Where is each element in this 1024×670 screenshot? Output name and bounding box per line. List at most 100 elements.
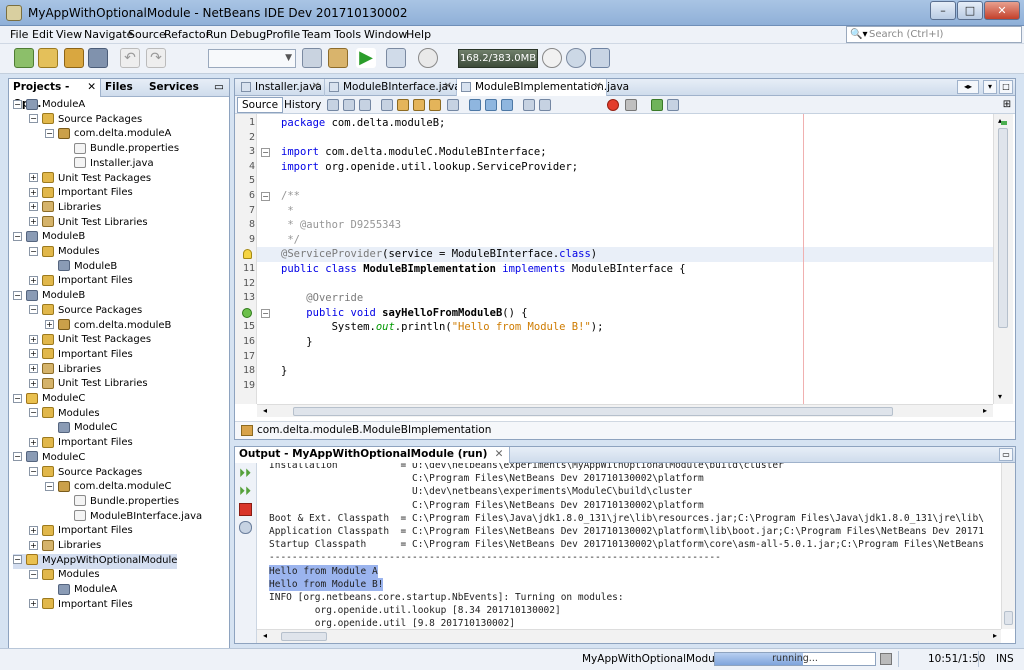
output-hscroll-thumb[interactable] <box>281 632 327 641</box>
tab-services[interactable]: Services <box>145 79 203 97</box>
output-text[interactable]: Installation = U:\dev\netbeans\experimen… <box>257 463 1001 629</box>
tree-item[interactable]: ModuleA <box>45 583 117 598</box>
expand-icon[interactable]: + <box>45 320 54 329</box>
hint-lightbulb-icon[interactable] <box>243 249 252 260</box>
output-vertical-scrollbar[interactable] <box>1001 463 1015 629</box>
editor-tab[interactable]: Installer.java ✕ <box>237 79 325 96</box>
minimize-panel-icon[interactable]: ▭ <box>211 79 227 97</box>
tab-projects[interactable]: Projects - Op...✕ <box>9 79 101 110</box>
clock-icon[interactable] <box>566 48 586 68</box>
tree-item[interactable]: − ModuleC <box>13 392 85 407</box>
editor-hscroll-thumb[interactable] <box>293 407 893 416</box>
tab-output[interactable]: Output - MyAppWithOptionalModule (run) ✕ <box>235 447 511 463</box>
tree-item[interactable]: + Unit Test Libraries <box>29 377 148 392</box>
tree-item[interactable]: − Source Packages <box>29 304 142 319</box>
tree-item[interactable]: − ModuleB <box>13 289 85 304</box>
menu-navigate[interactable]: Navigate <box>84 28 133 41</box>
menu-source[interactable]: Source <box>128 28 166 41</box>
collapse-icon[interactable]: − <box>45 481 54 491</box>
collapse-icon[interactable]: − <box>13 393 22 403</box>
expand-icon[interactable]: + <box>29 275 38 285</box>
minimize-button[interactable]: – <box>930 1 956 20</box>
search-input[interactable]: 🔍▾ Search (Ctrl+I) <box>846 26 1022 43</box>
collapse-icon[interactable]: − <box>29 569 38 579</box>
previous-bookmark-icon[interactable] <box>469 99 481 111</box>
expand-icon[interactable]: + <box>29 173 38 182</box>
expand-icon[interactable]: + <box>29 378 38 388</box>
close-icon[interactable]: ✕ <box>594 79 602 95</box>
tab-scroll-icon[interactable]: ◂▸ <box>957 80 979 94</box>
tree-item[interactable]: Bundle.properties <box>61 495 179 510</box>
tree-item[interactable]: − ModuleB <box>13 230 85 245</box>
tree-item[interactable]: ModuleBInterface.java <box>61 510 202 525</box>
open-project-icon[interactable] <box>64 48 84 68</box>
tree-item[interactable]: + Important Files <box>29 186 133 201</box>
output-horizontal-scrollbar[interactable]: ◂ ▸ <box>257 629 1001 643</box>
menu-edit[interactable]: Edit <box>32 28 53 41</box>
collapse-icon[interactable]: − <box>29 467 38 476</box>
history-button[interactable]: History <box>279 97 326 113</box>
menu-tools[interactable]: Tools <box>334 28 361 41</box>
maximize-editor-icon[interactable]: □ <box>999 80 1013 94</box>
collapse-icon[interactable]: − <box>45 128 54 138</box>
editor-vertical-scrollbar[interactable]: ▴ ▾ <box>993 114 1013 404</box>
tree-item[interactable]: − MyAppWithOptionalModule <box>13 553 178 569</box>
output-scroll-thumb[interactable] <box>1004 611 1013 625</box>
tree-item[interactable]: − ModuleC <box>13 451 85 466</box>
expand-icon[interactable]: + <box>29 525 38 535</box>
tree-item[interactable]: Bundle.properties <box>61 142 179 157</box>
collapse-icon[interactable]: − <box>13 555 22 565</box>
gc-icon[interactable] <box>542 48 562 68</box>
expand-icon[interactable]: + <box>29 202 38 212</box>
split-editor-icon[interactable]: ⊞ <box>1001 99 1013 111</box>
tree-item[interactable]: + Libraries <box>29 539 101 554</box>
expand-icon[interactable]: + <box>29 349 38 359</box>
close-icon[interactable]: ✕ <box>312 79 320 95</box>
tree-item[interactable]: − Source Packages <box>29 113 142 128</box>
menu-team[interactable]: Team <box>302 28 331 41</box>
scroll-left-icon[interactable]: ◂ <box>263 406 267 415</box>
memory-indicator[interactable]: 168.2/383.0MB <box>458 49 538 68</box>
toggle-bookmark-icon[interactable] <box>501 99 513 111</box>
collapse-icon[interactable]: − <box>29 408 38 418</box>
close-button[interactable]: ✕ <box>984 1 1020 20</box>
profile-icon[interactable] <box>418 48 438 68</box>
expand-icon[interactable]: + <box>29 540 38 550</box>
toggle-rect-select-icon[interactable] <box>447 99 459 111</box>
clean-build-icon[interactable] <box>328 48 348 68</box>
chevron-right-icon[interactable]: › <box>435 424 439 435</box>
uncomment-icon[interactable] <box>667 99 679 111</box>
override-marker-icon[interactable] <box>242 307 252 318</box>
stop-icon[interactable] <box>239 503 252 516</box>
code-area[interactable]: package com.delta.moduleB; − import com.de… <box>257 114 993 404</box>
menu-profile[interactable]: Profile <box>266 28 300 41</box>
tree-item[interactable]: + Unit Test Packages <box>29 333 151 348</box>
forward-icon[interactable] <box>359 99 371 111</box>
run-icon[interactable]: ▶ <box>356 48 376 68</box>
tree-item[interactable]: − Source Packages <box>29 466 142 481</box>
tree-item[interactable]: − ModuleA <box>13 98 85 113</box>
menu-help[interactable]: Help <box>406 28 431 41</box>
scroll-right-icon[interactable]: ▸ <box>993 631 997 640</box>
close-icon[interactable]: ✕ <box>444 79 452 95</box>
expand-icon[interactable]: + <box>29 334 38 344</box>
menu-view[interactable]: View <box>56 28 82 41</box>
expand-icon[interactable]: + <box>29 599 38 609</box>
start-macro-icon[interactable] <box>607 99 619 111</box>
rerun-with-params-icon[interactable]: ⏵⏵ <box>239 485 252 498</box>
tree-item[interactable]: + Unit Test Packages <box>29 172 151 187</box>
tree-item[interactable]: Installer.java <box>61 157 154 172</box>
tree-item[interactable]: − Modules <box>29 568 100 583</box>
maximize-button[interactable]: □ <box>957 1 983 20</box>
tree-item[interactable]: + Important Files <box>29 348 133 363</box>
menu-debug[interactable]: Debug <box>230 28 266 41</box>
shift-right-icon[interactable] <box>539 99 551 111</box>
breadcrumb-class[interactable]: com.delta.moduleB.ModuleBImplementation <box>257 424 491 436</box>
tree-item[interactable]: ModuleB <box>45 260 117 275</box>
tree-item[interactable]: − com.delta.moduleA <box>45 127 171 142</box>
menu-file[interactable]: File <box>10 28 28 41</box>
tab-files[interactable]: Files <box>101 79 145 97</box>
editor-tab[interactable]: ModuleBImplementation.java ✕ <box>457 79 629 96</box>
tree-item[interactable]: ModuleC <box>45 421 117 436</box>
fold-toggle-icon[interactable]: − <box>261 308 270 318</box>
